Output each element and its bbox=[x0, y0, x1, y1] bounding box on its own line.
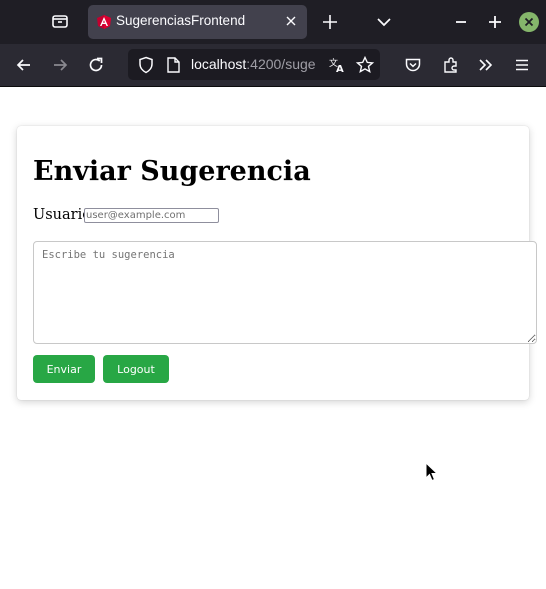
page-title: Enviar Sugerencia bbox=[33, 156, 311, 187]
user-label: Usuario bbox=[33, 207, 91, 223]
active-tab[interactable]: SugerenciasFrontend bbox=[88, 5, 307, 39]
bookmark-star-icon[interactable] bbox=[355, 55, 375, 75]
firefox-view-icon[interactable] bbox=[50, 11, 70, 31]
browser-nav-bar: localhost:4200/suge 文A bbox=[0, 44, 546, 87]
angular-favicon-icon bbox=[96, 14, 112, 30]
submit-button[interactable]: Enviar bbox=[33, 355, 95, 383]
back-arrow-icon[interactable] bbox=[14, 55, 34, 75]
browser-tab-bar: SugerenciasFrontend bbox=[0, 0, 546, 44]
new-tab-icon[interactable] bbox=[320, 12, 340, 32]
svg-text:A: A bbox=[336, 64, 344, 75]
overflow-chevrons-icon[interactable] bbox=[476, 55, 496, 75]
url-path: :4200/suge bbox=[246, 56, 316, 72]
tab-title: SugerenciasFrontend bbox=[116, 13, 246, 28]
hamburger-menu-icon[interactable] bbox=[512, 55, 532, 75]
pocket-icon[interactable] bbox=[403, 55, 423, 75]
mouse-pointer-icon bbox=[425, 461, 439, 482]
minimize-window-icon[interactable] bbox=[451, 12, 471, 32]
close-window-icon[interactable] bbox=[519, 12, 539, 32]
suggestion-card: Enviar Sugerencia Usuario Enviar Logout bbox=[17, 126, 537, 400]
list-all-tabs-icon[interactable] bbox=[374, 12, 394, 32]
reload-icon[interactable] bbox=[86, 55, 106, 75]
maximize-window-icon[interactable] bbox=[485, 12, 505, 32]
url-host: localhost bbox=[191, 56, 247, 72]
forward-arrow-icon[interactable] bbox=[50, 55, 70, 75]
suggestion-textarea[interactable] bbox=[33, 241, 537, 344]
translate-icon[interactable]: 文A bbox=[327, 55, 347, 75]
shield-icon[interactable] bbox=[136, 55, 156, 75]
url-text[interactable]: localhost:4200/suge bbox=[191, 56, 316, 72]
tab-close-icon[interactable] bbox=[283, 13, 299, 29]
extensions-icon[interactable] bbox=[441, 55, 461, 75]
page-info-icon[interactable] bbox=[163, 55, 183, 75]
user-email-input[interactable] bbox=[84, 208, 219, 223]
logout-button[interactable]: Logout bbox=[103, 355, 169, 383]
